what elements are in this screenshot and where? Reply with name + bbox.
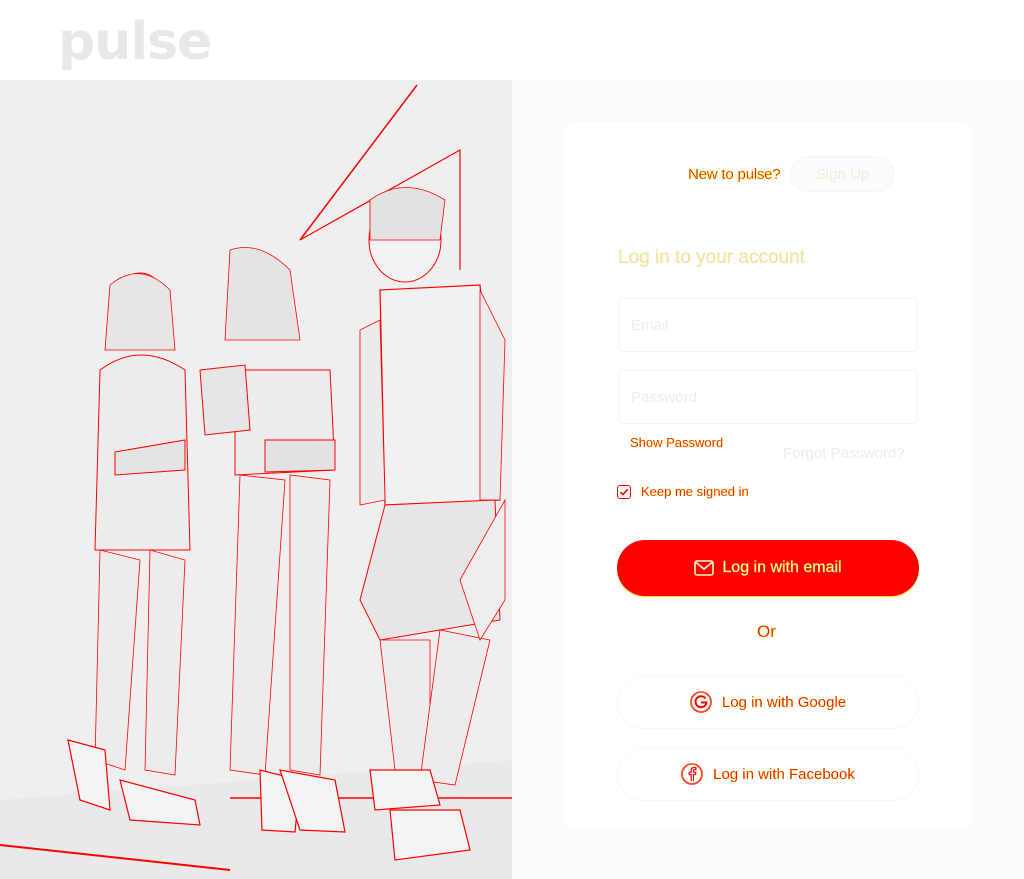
hero-image xyxy=(0,80,512,879)
keep-signed-in-checkbox[interactable] xyxy=(617,484,631,499)
password-input[interactable] xyxy=(618,370,918,424)
signup-question: New to pulse? xyxy=(688,165,781,183)
keep-signed-in-label: Keep me signed in xyxy=(641,484,749,499)
log-in-with-google-button[interactable]: Log in with Google xyxy=(617,675,919,729)
check-icon xyxy=(619,488,629,496)
pulse-logo: pulse xyxy=(58,12,212,72)
show-password-toggle[interactable]: Show Password xyxy=(630,435,724,450)
sign-up-button[interactable]: Sign Up xyxy=(790,156,895,192)
facebook-icon xyxy=(681,763,703,785)
forgot-password-link[interactable]: Forgot Password? xyxy=(783,445,905,462)
mail-icon xyxy=(694,560,715,576)
log-in-with-facebook-label: Log in with Facebook xyxy=(713,765,855,783)
or-divider: Or xyxy=(757,622,776,641)
email-input[interactable] xyxy=(618,298,918,352)
keep-signed-in-row[interactable]: Keep me signed in xyxy=(617,484,749,499)
log-in-with-google-label: Log in with Google xyxy=(721,693,847,711)
log-in-with-facebook-button[interactable]: Log in with Facebook xyxy=(617,747,919,801)
google-icon xyxy=(690,691,712,713)
signup-row: New to pulse? Sign Up xyxy=(688,156,895,192)
login-title: Log in to your account xyxy=(618,247,805,268)
hero-people-illustration xyxy=(0,80,512,879)
log-in-with-email-button[interactable]: Log in with email xyxy=(617,540,919,596)
log-in-with-email-label: Log in with email xyxy=(722,559,842,576)
